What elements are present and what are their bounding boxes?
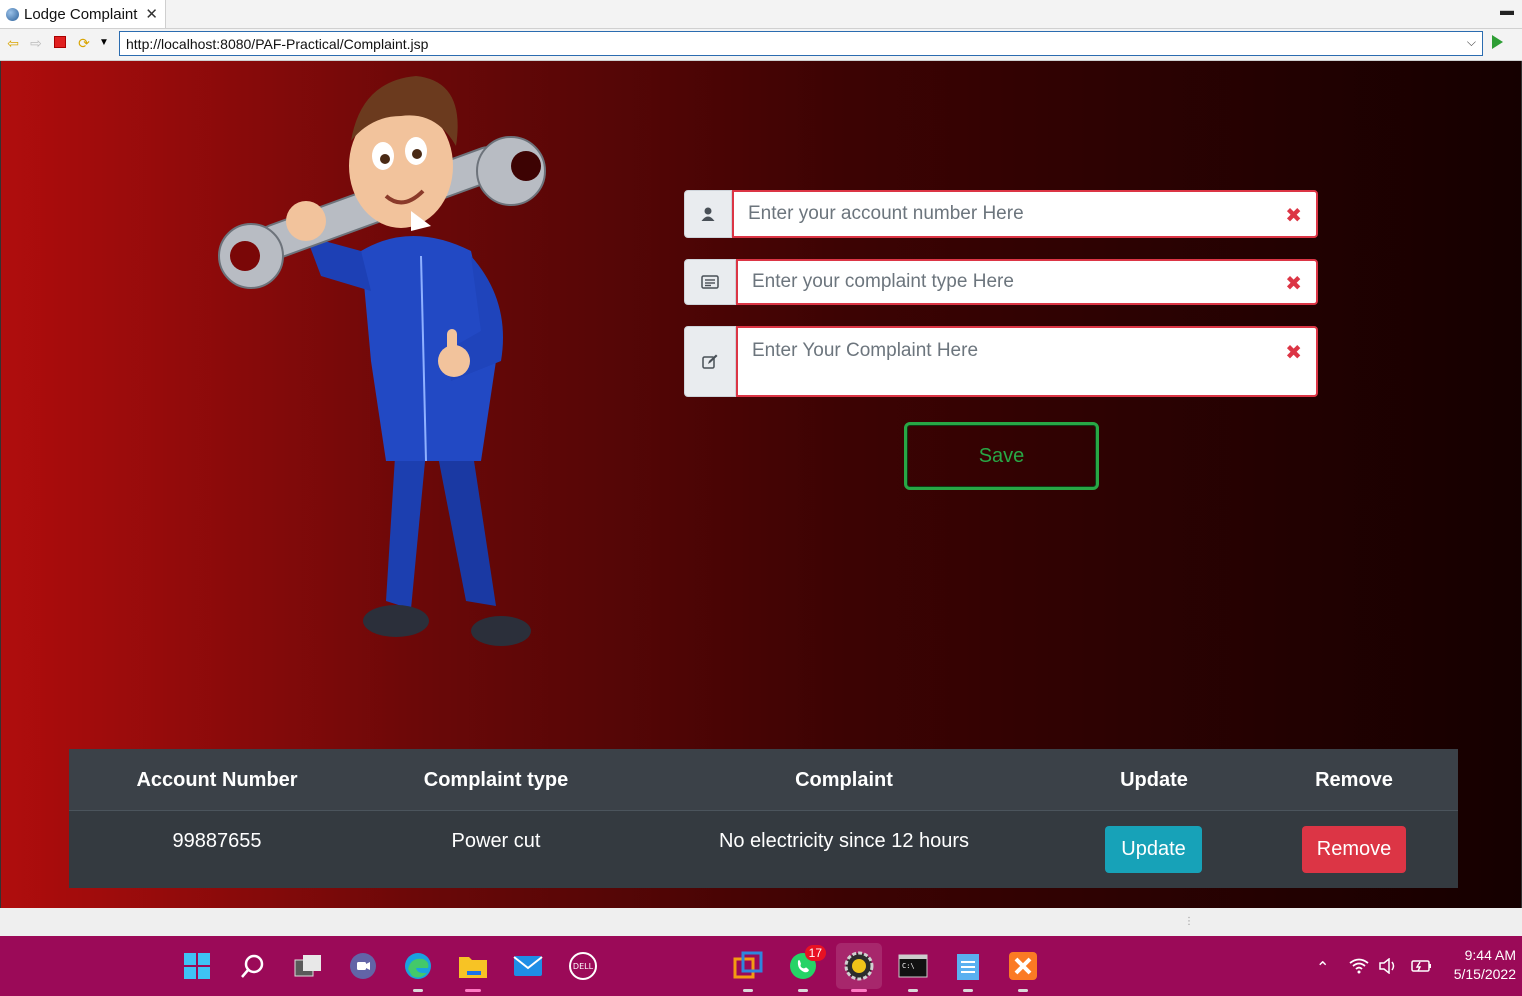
list-card-icon	[701, 275, 719, 289]
task-view-icon	[294, 955, 321, 977]
taskbar: DELL 17 C:\ ⌃ 9:44 AM 5/15/2022	[0, 936, 1522, 996]
chat-icon	[350, 953, 376, 979]
task-view-button[interactable]	[291, 949, 325, 983]
complaint-type-input[interactable]	[738, 261, 1287, 303]
go-icon[interactable]	[1492, 35, 1503, 49]
url-input[interactable]: http://localhost:8080/PAF-Practical/Comp…	[119, 31, 1483, 56]
user-icon	[701, 207, 715, 221]
page-content: ✖ ✖ ✖ Save Account Number Co	[0, 61, 1522, 908]
browser-status-bar: ⋮	[0, 908, 1522, 936]
teams-chat-button[interactable]	[346, 949, 380, 983]
dell-logo-icon: DELL	[569, 952, 597, 980]
volume-icon[interactable]	[1378, 957, 1398, 979]
error-x-icon: ✖	[1285, 273, 1302, 295]
running-indicator	[1018, 989, 1028, 992]
account-number-row: ✖	[684, 190, 1318, 238]
complaint-form: ✖ ✖ ✖	[684, 190, 1318, 418]
forward-arrow-icon[interactable]: ⇨	[28, 35, 44, 51]
clock-time: 9:44 AM	[1464, 947, 1516, 963]
stop-icon[interactable]	[52, 35, 68, 51]
complaint-field: ✖	[736, 326, 1318, 400]
xampp-icon	[1009, 952, 1037, 980]
cell-complaint-type: Power cut	[451, 830, 541, 852]
complaint-type-row: ✖	[684, 259, 1318, 305]
url-dropdown-icon[interactable]: ⌵	[1467, 35, 1476, 50]
refresh-icon[interactable]: ⟳	[76, 35, 92, 51]
save-button[interactable]: Save	[904, 422, 1099, 490]
cell-complaint: No electricity since 12 hours	[718, 830, 970, 852]
dell-button[interactable]: DELL	[566, 949, 600, 983]
windows-logo-icon	[184, 953, 210, 979]
complaint-type-field: ✖	[736, 259, 1318, 305]
mail-icon	[513, 956, 543, 976]
complaint-type-addon	[684, 259, 736, 305]
error-x-icon: ✖	[1285, 342, 1302, 364]
svg-text:DELL: DELL	[573, 962, 594, 971]
complaint-textarea[interactable]	[738, 328, 1287, 400]
xampp-button[interactable]	[1006, 949, 1040, 992]
terminal-button[interactable]: C:\	[896, 949, 930, 992]
svg-text:C:\: C:\	[902, 962, 915, 970]
whatsapp-button[interactable]: 17	[786, 945, 826, 992]
header-update: Update	[1120, 769, 1188, 791]
notepad-icon	[957, 954, 979, 980]
running-indicator	[743, 989, 753, 992]
battery-icon[interactable]	[1408, 958, 1432, 979]
eclipse-gear-icon	[844, 951, 874, 981]
resize-grip-icon[interactable]: ⋮	[1184, 916, 1194, 927]
browser-nav-bar: ⇦ ⇨ ⟳ ▼ http://localhost:8080/PAF-Practi…	[0, 29, 1522, 61]
browser-tab-bar: Lodge Complaint ✕ ▬	[0, 0, 1522, 29]
wifi-icon[interactable]	[1349, 958, 1369, 979]
terminal-icon: C:\	[898, 954, 928, 978]
update-button[interactable]: Update	[1105, 826, 1202, 873]
running-indicator	[851, 989, 867, 992]
complaint-row: ✖	[684, 326, 1318, 400]
edge-button[interactable]	[401, 949, 435, 992]
minimize-icon[interactable]: ▬	[1500, 2, 1514, 18]
eclipse-button[interactable]	[836, 943, 882, 992]
notification-badge: 17	[804, 945, 826, 961]
running-indicator	[798, 989, 808, 992]
mail-button[interactable]	[511, 949, 545, 983]
complaints-table: Account Number Complaint type Complaint …	[69, 749, 1458, 888]
complaint-addon	[684, 326, 736, 397]
vmware-button[interactable]	[731, 949, 765, 992]
search-button[interactable]	[236, 949, 270, 983]
running-indicator	[465, 989, 481, 992]
error-x-icon: ✖	[1285, 205, 1302, 227]
account-number-field: ✖	[732, 190, 1318, 238]
edit-icon	[702, 354, 718, 369]
mechanic-illustration	[218, 76, 546, 646]
remove-button[interactable]: Remove	[1302, 826, 1406, 873]
start-button[interactable]	[180, 949, 214, 983]
notepad-button[interactable]	[951, 949, 985, 992]
running-indicator	[908, 989, 918, 992]
browser-tab[interactable]: Lodge Complaint ✕	[0, 0, 166, 28]
back-arrow-icon[interactable]: ⇦	[5, 35, 21, 51]
account-number-input[interactable]	[734, 192, 1286, 236]
file-explorer-button[interactable]	[456, 949, 490, 992]
search-icon	[241, 954, 264, 978]
header-complaint-type: Complaint type	[423, 769, 569, 791]
header-account-number: Account Number	[136, 769, 298, 791]
url-text: http://localhost:8080/PAF-Practical/Comp…	[126, 36, 429, 52]
globe-icon	[6, 7, 19, 21]
dropdown-arrow-icon[interactable]: ▼	[96, 35, 112, 51]
cell-account-number: 99887655	[172, 830, 262, 852]
table-row: 99887655 Power cut No electricity since …	[69, 811, 1458, 888]
tab-title: Lodge Complaint	[24, 5, 138, 23]
table-header: Account Number Complaint type Complaint …	[69, 749, 1458, 811]
header-complaint: Complaint	[795, 769, 893, 791]
running-indicator	[413, 989, 423, 992]
clock-date: 5/15/2022	[1453, 966, 1516, 982]
edge-icon	[405, 953, 431, 979]
chevron-up-icon[interactable]: ⌃	[1316, 958, 1329, 978]
vmware-icon	[733, 951, 763, 979]
tab-close-icon[interactable]: ✕	[145, 5, 158, 23]
running-indicator	[963, 989, 973, 992]
folder-icon	[459, 957, 487, 978]
header-remove: Remove	[1315, 769, 1393, 791]
account-addon	[684, 190, 732, 238]
system-clock[interactable]: 9:44 AM 5/15/2022	[1454, 946, 1516, 984]
